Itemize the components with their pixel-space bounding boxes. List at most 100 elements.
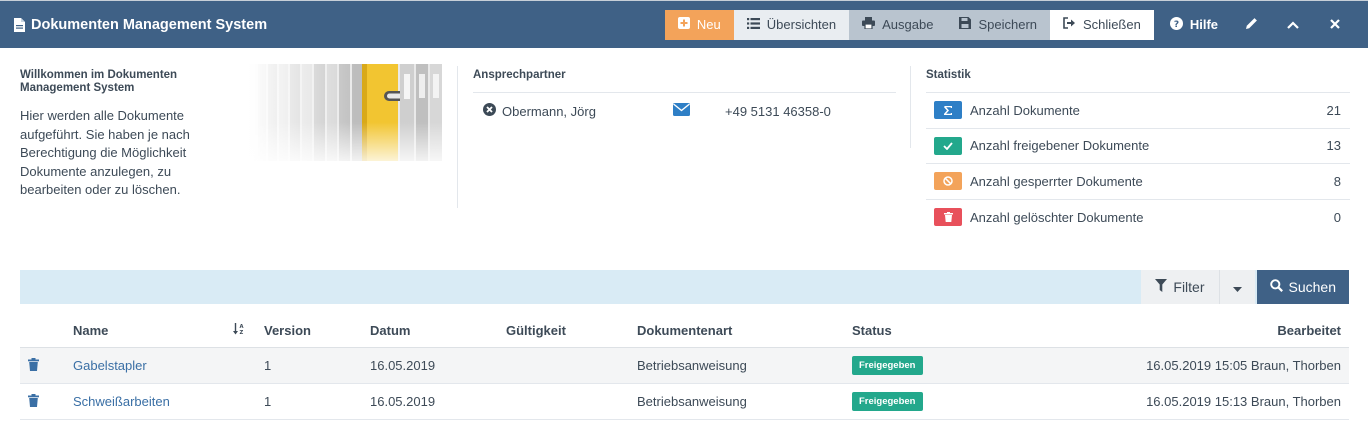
stat-row-released: Anzahl freigebener Dokumente 13 (926, 129, 1350, 164)
svg-text:A: A (240, 324, 244, 330)
stat-value: 8 (1333, 173, 1341, 189)
stat-label: Anzahl gelöschter Dokumente (970, 209, 1144, 225)
filter-dropdown-toggle[interactable] (1218, 270, 1255, 304)
stat-value: 0 (1333, 209, 1341, 225)
app-title: Dokumenten Management System (0, 17, 665, 33)
remove-circle-icon[interactable] (483, 103, 496, 119)
column-header-doctype[interactable]: Dokumentenart (637, 323, 852, 338)
question-circle-icon: ? (1169, 16, 1183, 33)
chevron-up-icon (1287, 17, 1299, 32)
table-row[interactable]: Schweißarbeiten 1 16.05.2019 Betriebsanw… (20, 384, 1349, 420)
delete-row-button[interactable] (20, 357, 73, 374)
cell-version: 1 (264, 394, 272, 409)
help-button[interactable]: ? Hilfe (1158, 10, 1230, 40)
trash-icon (934, 208, 962, 227)
search-button[interactable]: Suchen (1256, 270, 1349, 304)
cell-date: 16.05.2019 (370, 394, 436, 409)
sort-alpha-icon[interactable]: AZ (233, 323, 264, 338)
stat-row-total: Anzahl Dokumente 21 (926, 93, 1350, 129)
list-icon (746, 17, 760, 32)
pencil-icon (1245, 17, 1258, 33)
filter-button[interactable]: Filter (1141, 270, 1219, 304)
save-button-label: Speichern (978, 17, 1038, 32)
column-header-date[interactable]: Datum (370, 323, 506, 338)
plus-square-icon (677, 17, 690, 32)
welcome-text: Hier werden alle Dokumente aufgeführt. S… (20, 108, 190, 197)
ban-icon (934, 172, 962, 191)
envelope-icon (673, 103, 690, 119)
documents-table: Name AZ Version Datum Gültigkeit Dokumen… (20, 314, 1349, 420)
save-icon (959, 17, 972, 32)
trash-icon (28, 393, 39, 410)
print-button[interactable]: Ausgabe (849, 9, 947, 40)
stat-label: Anzahl Dokumente (970, 102, 1080, 118)
close-icon (1330, 17, 1340, 32)
contact-email-link[interactable] (673, 103, 725, 119)
document-name-link[interactable]: Gabelstapler (73, 358, 233, 373)
caret-down-icon (1232, 280, 1242, 295)
close-window-button[interactable] (1314, 10, 1356, 40)
new-button[interactable]: Neu (664, 9, 734, 40)
document-name-link[interactable]: Schweißarbeiten (73, 394, 233, 409)
welcome-panel: Willkommen im Dokumenten Management Syst… (20, 64, 442, 209)
print-button-label: Ausgabe (882, 17, 934, 32)
column-header-edited[interactable]: Bearbeitet (1002, 323, 1349, 338)
search-icon (1269, 279, 1283, 295)
sign-out-icon (1063, 17, 1076, 32)
contact-row: Obermann, Jörg +49 5131 46358-0 (483, 102, 896, 120)
document-icon (14, 17, 25, 32)
filter-button-label: Filter (1173, 279, 1205, 295)
trash-icon (28, 357, 39, 374)
stats-heading: Statistik (926, 69, 1350, 93)
stat-label: Anzahl freigebener Dokumente (970, 138, 1150, 154)
stat-row-deleted: Anzahl gelöschter Dokumente 0 (926, 200, 1350, 236)
overviews-button-label: Übersichten (766, 17, 837, 32)
contact-person: Obermann, Jörg (483, 103, 673, 119)
save-button[interactable]: Speichern (946, 9, 1051, 40)
divider (910, 66, 911, 148)
check-icon (934, 136, 962, 155)
cell-status: Freigegeben (852, 392, 1002, 411)
welcome-title: Willkommen im Dokumenten Management Syst… (20, 69, 178, 94)
sigma-icon (934, 101, 962, 120)
overviews-button[interactable]: Übersichten (733, 9, 850, 40)
column-header-name[interactable]: Name (73, 323, 233, 338)
cell-date: 16.05.2019 (370, 358, 436, 373)
column-header-version[interactable]: Version (264, 323, 370, 338)
filter-icon (1155, 279, 1168, 295)
stat-value: 21 (1326, 102, 1341, 118)
status-badge: Freigegeben (852, 392, 923, 411)
cell-edited: 16.05.2019 15:13 Braun, Thorben (1146, 394, 1341, 409)
delete-row-button[interactable] (20, 393, 73, 410)
cell-edited: 16.05.2019 15:05 Braun, Thorben (1146, 358, 1341, 373)
table-header: Name AZ Version Datum Gültigkeit Dokumen… (20, 314, 1349, 348)
contact-name: Obermann, Jörg (502, 103, 596, 119)
toolbar: Neu Übersichten Ausgabe Speichern Schlie… (664, 9, 1154, 40)
stats-list: Anzahl Dokumente 21 Anzahl freigebener D… (926, 93, 1350, 235)
search-button-label: Suchen (1288, 279, 1336, 295)
print-icon (862, 17, 876, 32)
cell-version: 1 (264, 358, 272, 373)
cell-doctype: Betriebsanweisung (637, 394, 747, 409)
contact-phone: +49 5131 46358-0 (725, 103, 831, 119)
column-header-validity[interactable]: Gültigkeit (506, 323, 637, 338)
stat-row-locked: Anzahl gesperrter Dokumente 8 (926, 164, 1350, 200)
binders-image (248, 64, 442, 161)
table-row[interactable]: Gabelstapler 1 16.05.2019 Betriebsanweis… (20, 348, 1349, 384)
new-button-label: Neu (696, 17, 721, 32)
search-bar: Filter Suchen (20, 270, 1349, 304)
cell-status: Freigegeben (852, 356, 1002, 375)
help-button-label: Hilfe (1189, 17, 1218, 32)
close-button[interactable]: Schließen (1050, 9, 1154, 40)
stat-label: Anzahl gesperrter Dokumente (970, 173, 1143, 189)
svg-text:Z: Z (240, 330, 244, 335)
app-header: Dokumenten Management System Neu Übersic… (0, 0, 1368, 48)
collapse-button[interactable] (1272, 10, 1314, 40)
svg-text:?: ? (1174, 20, 1179, 30)
cell-doctype: Betriebsanweisung (637, 358, 747, 373)
divider (457, 66, 458, 208)
stat-value: 13 (1326, 138, 1341, 154)
app-title-text: Dokumenten Management System (31, 16, 268, 33)
edit-button[interactable] (1230, 10, 1272, 40)
column-header-status[interactable]: Status (852, 323, 1002, 338)
